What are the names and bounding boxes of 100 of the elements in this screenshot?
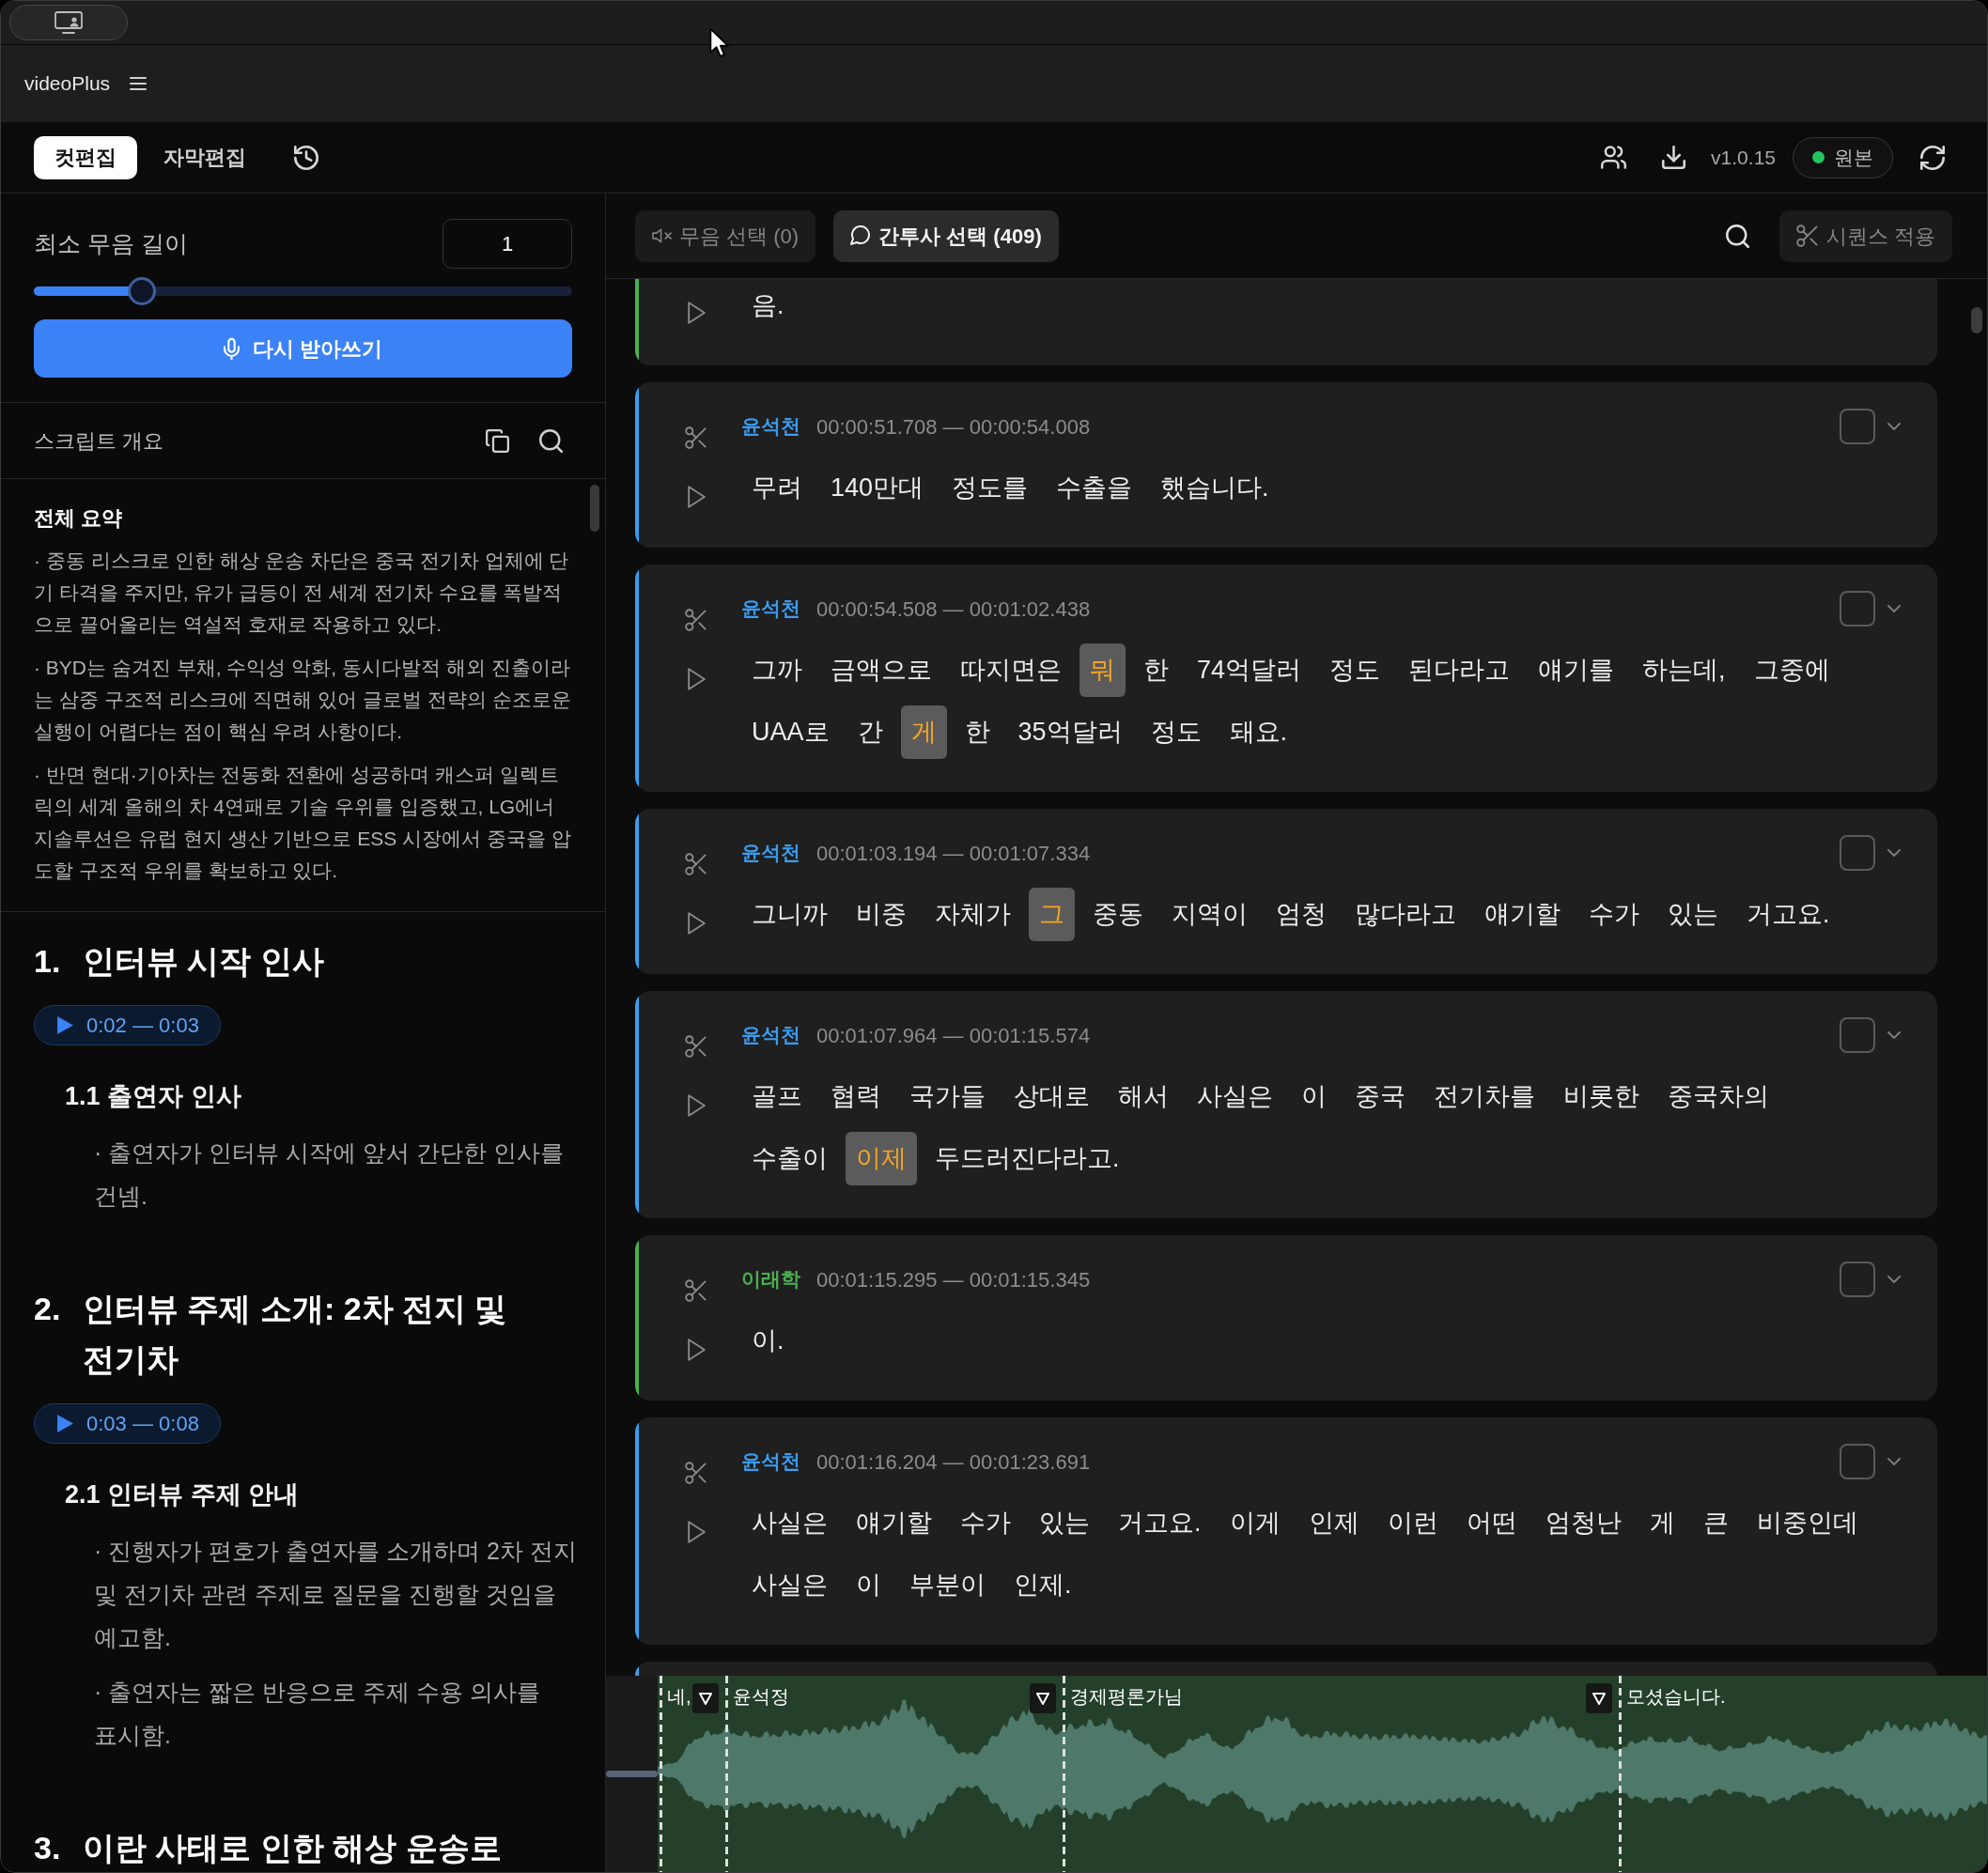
chevron-down-icon[interactable] xyxy=(1887,605,1901,612)
search-icon[interactable] xyxy=(539,428,563,453)
chevron-down-icon[interactable] xyxy=(1887,1458,1901,1465)
scissors-icon[interactable] xyxy=(685,853,707,875)
cut-line[interactable] xyxy=(1619,1676,1622,1872)
word-token[interactable]: 이 xyxy=(1291,1070,1337,1123)
word-token[interactable]: 국가들 xyxy=(899,1070,996,1123)
word-token[interactable]: 두드러진다라고. xyxy=(924,1132,1130,1185)
word-token[interactable]: 수가 xyxy=(1578,888,1650,941)
word-token[interactable]: 그중에 xyxy=(1743,643,1840,697)
word-token[interactable]: 엄청난 xyxy=(1534,1496,1632,1550)
word-token[interactable]: 정도를 xyxy=(941,461,1039,515)
search-icon[interactable] xyxy=(1725,224,1749,248)
word-token[interactable]: 인제 xyxy=(1297,1496,1370,1550)
segment-checkbox[interactable] xyxy=(1840,1017,1875,1053)
scrollbar-thumb[interactable] xyxy=(590,485,599,532)
play-icon[interactable] xyxy=(687,1521,706,1543)
select-button[interactable]: 간투사 선택 (409) xyxy=(833,209,1059,262)
word-token[interactable]: 수출을 xyxy=(1046,461,1143,515)
triangle-marker-icon[interactable] xyxy=(1030,1683,1056,1713)
word-token[interactable]: 음. xyxy=(741,279,795,333)
scissors-icon[interactable] xyxy=(685,1279,707,1302)
word-token[interactable]: 엄청 xyxy=(1266,888,1337,941)
word-token[interactable]: 금액으로 xyxy=(820,643,942,697)
slider-thumb[interactable] xyxy=(127,277,156,305)
segment-checkbox[interactable] xyxy=(1840,1444,1875,1479)
word-token[interactable]: 게 xyxy=(1639,1496,1685,1550)
play-icon[interactable] xyxy=(687,668,706,690)
scissors-icon[interactable] xyxy=(685,609,707,631)
word-token[interactable]: 140만대 xyxy=(820,461,935,515)
word-token[interactable]: 비중 xyxy=(846,888,917,941)
segment-checkbox[interactable] xyxy=(1840,1262,1875,1297)
word-token[interactable]: 무려 xyxy=(741,461,813,515)
word-token[interactable]: 사실은 xyxy=(741,1496,838,1550)
time-range-button[interactable]: 0:02 — 0:03 xyxy=(34,1005,221,1045)
word-token[interactable]: 있는 xyxy=(1029,1496,1100,1550)
word-token[interactable]: 자체가 xyxy=(924,888,1021,941)
segment-checkbox[interactable] xyxy=(1840,835,1875,871)
triangle-marker-icon[interactable] xyxy=(1586,1683,1612,1713)
word-token[interactable]: 한 xyxy=(1133,643,1179,697)
download-icon[interactable] xyxy=(1662,146,1686,169)
word-token[interactable]: 거고요. xyxy=(1736,888,1840,941)
audio-clip-region[interactable]: 네, 윤석정 경제평론가님 모셨습니다. xyxy=(658,1676,1987,1872)
play-icon[interactable] xyxy=(687,912,706,935)
refresh-icon[interactable] xyxy=(1920,145,1945,170)
scissors-icon[interactable] xyxy=(685,426,707,449)
word-token[interactable]: 간 xyxy=(846,705,893,759)
users-icon[interactable] xyxy=(1601,146,1627,169)
word-token[interactable]: 따지면은 xyxy=(950,643,1072,697)
scissors-icon[interactable] xyxy=(685,1035,707,1058)
word-token[interactable]: 상대로 xyxy=(1003,1070,1100,1123)
play-icon[interactable] xyxy=(687,1339,706,1361)
word-token[interactable]: 전기차를 xyxy=(1423,1070,1545,1123)
word-token[interactable]: 된다라고 xyxy=(1398,643,1521,697)
copy-icon[interactable] xyxy=(486,428,509,453)
word-token[interactable]: 비중인데 xyxy=(1746,1496,1869,1550)
word-token[interactable]: 얘기할 xyxy=(1474,888,1571,941)
word-token[interactable]: 거고요. xyxy=(1108,1496,1212,1550)
word-token[interactable]: 한 xyxy=(954,705,1001,759)
word-token[interactable]: 비롯한 xyxy=(1553,1070,1650,1123)
word-token[interactable]: 사실은 xyxy=(741,1558,838,1612)
chevron-down-icon[interactable] xyxy=(1887,423,1901,430)
cut-line[interactable] xyxy=(725,1676,728,1872)
word-token[interactable]: 지역이 xyxy=(1161,888,1258,941)
word-token[interactable]: 돼요. xyxy=(1219,705,1298,759)
triangle-marker-icon[interactable] xyxy=(692,1683,719,1713)
word-token[interactable]: 정도 xyxy=(1319,643,1391,697)
cut-line[interactable] xyxy=(1063,1676,1065,1872)
chevron-down-icon[interactable] xyxy=(1887,849,1901,857)
word-token[interactable]: 정도 xyxy=(1140,705,1212,759)
word-token[interactable]: 얘기를 xyxy=(1528,643,1625,697)
silence-length-input[interactable]: 1 xyxy=(443,219,572,269)
time-range-button[interactable]: 0:03 — 0:08 xyxy=(34,1403,221,1444)
play-icon[interactable] xyxy=(687,302,706,324)
screen-share-button[interactable] xyxy=(9,5,128,40)
scrollbar-thumb[interactable] xyxy=(1971,307,1982,333)
chevron-down-icon[interactable] xyxy=(1887,1276,1901,1283)
word-token[interactable]: 중국차의 xyxy=(1657,1070,1779,1123)
word-token[interactable]: 35억달러 xyxy=(1007,705,1133,759)
word-token[interactable]: 협력 xyxy=(820,1070,892,1123)
slider-track[interactable] xyxy=(34,277,572,305)
word-token[interactable]: 어떤 xyxy=(1455,1496,1528,1550)
play-icon[interactable] xyxy=(687,1094,706,1117)
word-token[interactable]: 있는 xyxy=(1657,888,1729,941)
word-token[interactable]: 얘기할 xyxy=(846,1496,942,1550)
word-token[interactable]: 했습니다. xyxy=(1150,461,1280,515)
word-token[interactable]: 이 xyxy=(846,1558,892,1612)
word-token[interactable]: 인제. xyxy=(1003,1558,1082,1612)
mode-tab[interactable]: 자막편집 xyxy=(143,135,267,179)
word-token[interactable]: 그까 xyxy=(741,643,813,697)
word-token[interactable]: UAA로 xyxy=(741,705,840,759)
mode-tab[interactable]: 컷편집 xyxy=(34,135,137,179)
word-token[interactable]: 많다라고 xyxy=(1344,888,1467,941)
word-token[interactable]: 골프 xyxy=(741,1070,813,1123)
word-token[interactable]: 이런 xyxy=(1376,1496,1449,1550)
source-toggle[interactable]: 원본 xyxy=(1793,136,1893,178)
retranscribe-button[interactable]: 다시 받아쓰기 xyxy=(34,319,572,378)
word-token[interactable]: 수출이 xyxy=(741,1132,838,1185)
word-token[interactable]: 하는데, xyxy=(1632,643,1736,697)
word-token[interactable]: 중동 xyxy=(1082,888,1154,941)
